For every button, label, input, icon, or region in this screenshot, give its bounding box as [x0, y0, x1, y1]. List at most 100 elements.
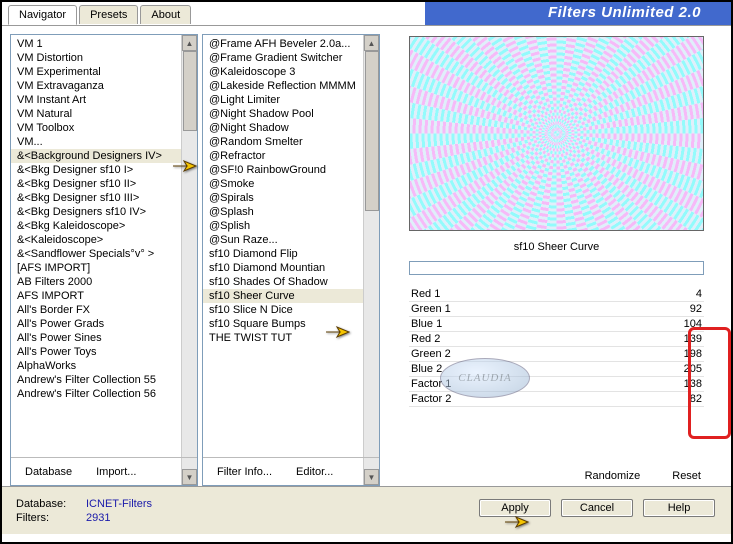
list-item[interactable]: @SF!0 RainbowGround — [203, 163, 379, 177]
scroll-thumb[interactable] — [183, 51, 197, 131]
category-list-panel: VM 1VM DistortionVM ExperimentalVM Extra… — [10, 34, 198, 486]
list-item[interactable]: Andrew's Filter Collection 55 — [11, 373, 197, 387]
list-item[interactable]: VM Experimental — [11, 65, 197, 79]
list-item[interactable]: AFS IMPORT — [11, 289, 197, 303]
param-row[interactable]: Green 1 92 — [409, 302, 704, 317]
progress-bar — [409, 261, 704, 275]
database-button[interactable]: Database — [25, 466, 72, 478]
param-row[interactable]: Factor 1 138 — [409, 377, 704, 392]
apply-button[interactable]: Apply — [479, 499, 551, 517]
tab-about[interactable]: About — [140, 5, 191, 24]
param-value: 205 — [684, 363, 702, 375]
tab-strip: Navigator Presets About — [8, 5, 193, 24]
param-row[interactable]: Red 2139 — [409, 332, 704, 347]
list-item[interactable]: &<Background Designers IV> — [11, 149, 197, 163]
list-item[interactable]: THE TWIST TUT — [203, 331, 379, 345]
list-item[interactable]: @Frame AFH Beveler 2.0a... — [203, 37, 379, 51]
tab-presets[interactable]: Presets — [79, 5, 138, 24]
list-item[interactable]: @Night Shadow — [203, 121, 379, 135]
filter-list[interactable]: @Frame AFH Beveler 2.0a...@Frame Gradien… — [203, 35, 379, 347]
list-item[interactable]: &<Bkg Designers sf10 IV> — [11, 205, 197, 219]
scrollbar[interactable]: ▲ ▼ — [363, 35, 379, 485]
import-button[interactable]: Import... — [96, 466, 136, 478]
list-item[interactable]: @Smoke — [203, 177, 379, 191]
col2-toolbar: Filter Info... Editor... — [203, 457, 379, 485]
list-item[interactable]: &<Bkg Kaleidoscope> — [11, 219, 197, 233]
param-label: Green 1 — [411, 303, 451, 315]
list-item[interactable]: @Kaleidoscope 3 — [203, 65, 379, 79]
list-item[interactable]: VM... — [11, 135, 197, 149]
list-item[interactable]: AB Filters 2000 — [11, 275, 197, 289]
param-value: 138 — [684, 378, 702, 390]
reset-button[interactable]: Reset — [672, 470, 701, 482]
list-item[interactable]: sf10 Slice N Dice — [203, 303, 379, 317]
list-item[interactable]: &<Bkg Designer sf10 II> — [11, 177, 197, 191]
list-item[interactable]: VM Instant Art — [11, 93, 197, 107]
scroll-up-icon[interactable]: ▲ — [364, 35, 379, 51]
list-item[interactable]: @Spirals — [203, 191, 379, 205]
list-item[interactable]: sf10 Diamond Flip — [203, 247, 379, 261]
list-item[interactable]: &<Kaleidoscope> — [11, 233, 197, 247]
list-item[interactable]: @Lakeside Reflection MMMM — [203, 79, 379, 93]
param-row[interactable]: Blue 1104 — [409, 317, 704, 332]
list-item[interactable]: @Splash — [203, 205, 379, 219]
list-item[interactable]: @Night Shadow Pool — [203, 107, 379, 121]
footer-info: Database:ICNET-Filters Filters:2931 — [16, 498, 152, 524]
randomize-button[interactable]: Randomize — [585, 470, 641, 482]
list-item[interactable]: @Refractor — [203, 149, 379, 163]
editor-button[interactable]: Editor... — [296, 466, 333, 478]
list-item[interactable]: VM Natural — [11, 107, 197, 121]
header: Navigator Presets About Filters Unlimite… — [2, 2, 731, 26]
list-item[interactable]: sf10 Sheer Curve — [203, 289, 379, 303]
list-item[interactable]: All's Power Grads — [11, 317, 197, 331]
param-row[interactable]: Factor 282 — [409, 392, 704, 407]
list-item[interactable]: @Splish — [203, 219, 379, 233]
list-item[interactable]: AlphaWorks — [11, 359, 197, 373]
param-row[interactable]: Blue 2 205 — [409, 362, 704, 377]
list-item[interactable]: &<Bkg Designer sf10 III> — [11, 191, 197, 205]
tab-navigator[interactable]: Navigator — [8, 5, 77, 25]
parameter-table: Red 14Green 192Blue 1104Red 2139Green 21… — [409, 287, 704, 407]
list-item[interactable]: All's Border FX — [11, 303, 197, 317]
scrollbar[interactable]: ▲ ▼ — [181, 35, 197, 485]
list-item[interactable]: VM 1 — [11, 37, 197, 51]
list-item[interactable]: Andrew's Filter Collection 56 — [11, 387, 197, 401]
param-label: Factor 1 — [411, 378, 451, 390]
main-body: VM 1VM DistortionVM ExperimentalVM Extra… — [2, 26, 731, 486]
filter-list-panel: @Frame AFH Beveler 2.0a...@Frame Gradien… — [202, 34, 380, 486]
param-label: Blue 2 — [411, 363, 442, 375]
param-value: 82 — [690, 393, 702, 405]
category-list[interactable]: VM 1VM DistortionVM ExperimentalVM Extra… — [11, 35, 197, 403]
list-item[interactable]: sf10 Square Bumps — [203, 317, 379, 331]
scroll-thumb[interactable] — [365, 51, 379, 211]
list-item[interactable]: All's Power Toys — [11, 345, 197, 359]
list-item[interactable]: &<Bkg Designer sf10 I> — [11, 163, 197, 177]
param-value: 139 — [684, 333, 702, 345]
cancel-button[interactable]: Cancel — [561, 499, 633, 517]
preview-image — [409, 36, 704, 231]
app-title: Filters Unlimited 2.0 — [548, 4, 701, 21]
footer-buttons: Apply Cancel Help — [479, 499, 715, 517]
filterinfo-button[interactable]: Filter Info... — [217, 466, 272, 478]
list-item[interactable]: VM Toolbox — [11, 121, 197, 135]
list-item[interactable]: sf10 Diamond Mountian — [203, 261, 379, 275]
list-item[interactable]: @Sun Raze... — [203, 233, 379, 247]
scroll-up-icon[interactable]: ▲ — [182, 35, 197, 51]
list-item[interactable]: @Frame Gradient Switcher — [203, 51, 379, 65]
param-label: Blue 1 — [411, 318, 442, 330]
param-row[interactable]: Red 14 — [409, 287, 704, 302]
list-item[interactable]: VM Distortion — [11, 51, 197, 65]
list-item[interactable]: VM Extravaganza — [11, 79, 197, 93]
preview-toolbar: Randomize Reset — [390, 464, 723, 486]
list-item[interactable]: All's Power Sines — [11, 331, 197, 345]
param-value: 92 — [690, 303, 702, 315]
list-item[interactable]: @Random Smelter — [203, 135, 379, 149]
list-item[interactable]: sf10 Shades Of Shadow — [203, 275, 379, 289]
list-item[interactable]: [AFS IMPORT] — [11, 261, 197, 275]
list-item[interactable]: @Light Limiter — [203, 93, 379, 107]
help-button[interactable]: Help — [643, 499, 715, 517]
param-label: Green 2 — [411, 348, 451, 360]
param-row[interactable]: Green 2198 — [409, 347, 704, 362]
list-item[interactable]: &<Sandflower Specials°v° > — [11, 247, 197, 261]
param-label: Red 1 — [411, 288, 440, 300]
